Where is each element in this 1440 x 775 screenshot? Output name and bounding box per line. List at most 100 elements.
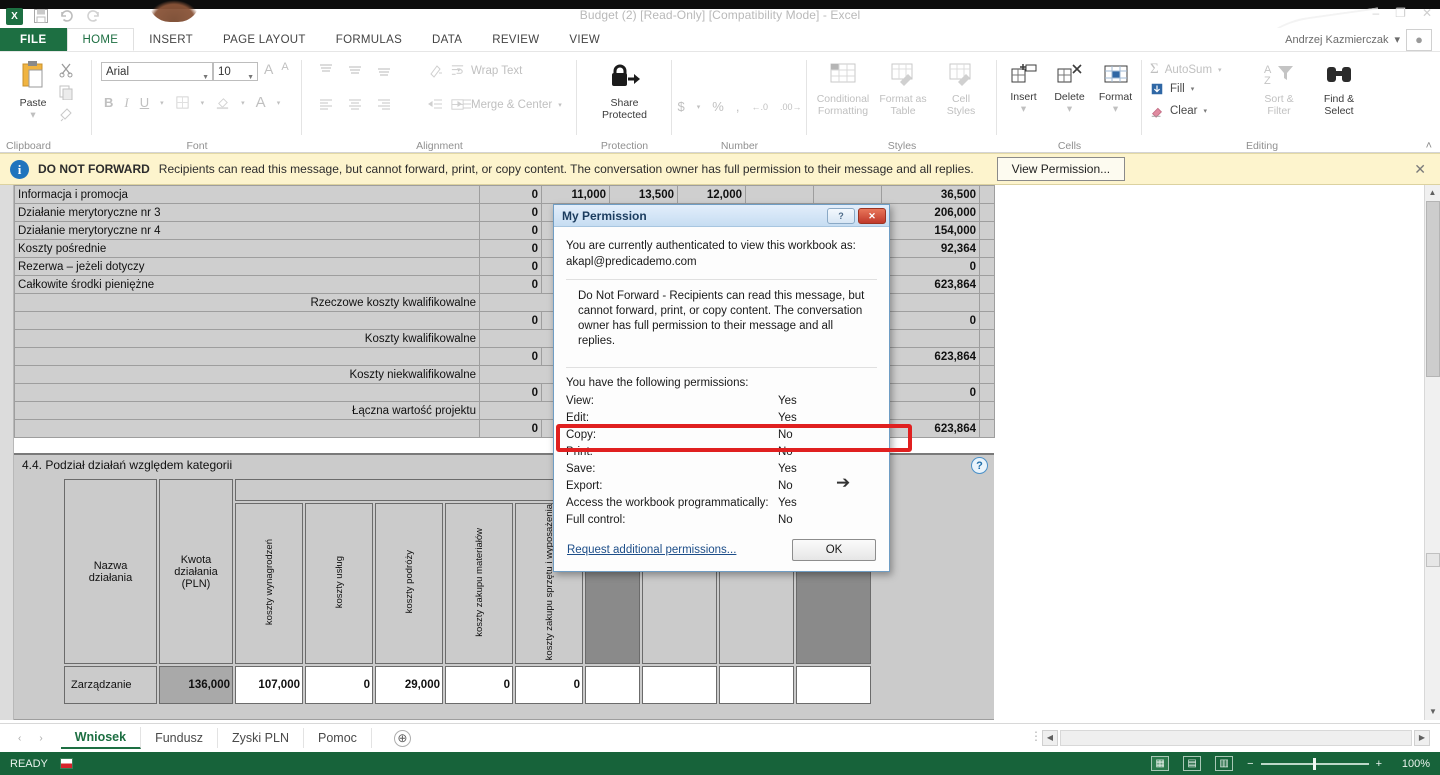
- merge-center-caret-icon[interactable]: ▾: [558, 101, 562, 109]
- view-permission-button[interactable]: View Permission...: [996, 157, 1126, 181]
- vertical-align-buttons[interactable]: ▾: [318, 62, 461, 78]
- clipboard-mini-buttons[interactable]: [58, 62, 74, 122]
- sheet-tab-bar[interactable]: ‹ › Wniosek Fundusz Zyski PLN Pomoc ⊕ ⋮ …: [0, 723, 1440, 752]
- insert-cells-caret-icon[interactable]: ▾: [1001, 103, 1046, 115]
- summary-value[interactable]: 0: [479, 311, 542, 330]
- user-menu-caret-icon[interactable]: ▾: [1394, 33, 1400, 46]
- format-cells-button[interactable]: Format ▾: [1093, 62, 1138, 115]
- sheet-tab-fundusz[interactable]: Fundusz: [141, 728, 219, 748]
- hscroll-right-arrow-icon[interactable]: ▶: [1414, 730, 1430, 746]
- cell-value[interactable]: 0: [479, 239, 542, 258]
- category-cell-blank[interactable]: [796, 666, 871, 705]
- delete-cells-button[interactable]: Delete ▾: [1047, 62, 1092, 115]
- category-cell[interactable]: 0: [445, 666, 513, 705]
- collapse-ribbon-button[interactable]: ˄: [1426, 140, 1432, 152]
- category-cell-blank[interactable]: [585, 666, 640, 705]
- tab-data[interactable]: DATA: [417, 28, 477, 51]
- comma-format-button[interactable]: ,: [736, 99, 740, 114]
- sheet-prev-icon[interactable]: ‹: [18, 733, 21, 744]
- zoom-out-button[interactable]: −: [1247, 758, 1253, 770]
- split-box[interactable]: [1426, 553, 1440, 567]
- cell-value[interactable]: 13,500: [609, 185, 678, 204]
- align-right-icon[interactable]: [376, 96, 392, 112]
- cell-value[interactable]: 0: [479, 257, 542, 276]
- cell-label[interactable]: Działanie merytoryczne nr 4: [14, 221, 480, 240]
- worksheet-blank-area[interactable]: [996, 185, 1424, 720]
- view-normal-button[interactable]: ▦: [1151, 756, 1170, 771]
- clear-button[interactable]: Clear ▾: [1150, 104, 1207, 118]
- scroll-down-arrow-icon[interactable]: ▼: [1425, 704, 1440, 720]
- orientation-icon[interactable]: [428, 62, 444, 78]
- summary-value[interactable]: 0: [479, 383, 542, 402]
- summary-label[interactable]: Koszty kwalifikowalne: [14, 329, 480, 348]
- cell-total[interactable]: 36,500: [881, 185, 980, 204]
- grow-font-icon[interactable]: A: [264, 61, 273, 77]
- summary-label[interactable]: Łączna wartość projektu: [14, 401, 480, 420]
- sheet-nav-arrows[interactable]: ‹ ›: [0, 733, 61, 744]
- cell-value[interactable]: 0: [479, 221, 542, 240]
- category-cell-blank[interactable]: [719, 666, 794, 705]
- align-middle-icon[interactable]: [347, 62, 363, 78]
- dialog-close-button[interactable]: ✕: [858, 207, 886, 224]
- shrink-font-icon[interactable]: A: [281, 61, 288, 77]
- tab-view[interactable]: VIEW: [554, 28, 615, 51]
- bold-button[interactable]: B: [104, 95, 113, 110]
- hscroll-track[interactable]: [1060, 730, 1412, 746]
- cell-value[interactable]: 0: [479, 275, 542, 294]
- sheet-tab-pomoc[interactable]: Pomoc: [304, 728, 372, 748]
- merge-center-button[interactable]: Merge & Center ▾: [450, 97, 562, 112]
- underline-button[interactable]: U: [140, 95, 149, 110]
- cell-value[interactable]: [813, 185, 882, 204]
- clear-caret-icon[interactable]: ▾: [1203, 107, 1207, 115]
- table-row[interactable]: Zarządzanie 136,000 107,000 0 29,000 0 0: [64, 666, 871, 705]
- percent-format-button[interactable]: %: [712, 99, 724, 114]
- cell-label[interactable]: Informacja i promocja: [14, 185, 480, 204]
- hscroll-left-arrow-icon[interactable]: ◀: [1042, 730, 1058, 746]
- summary-value[interactable]: 0: [479, 419, 542, 438]
- add-sheet-button[interactable]: ⊕: [393, 729, 411, 747]
- cell-value[interactable]: 0: [479, 203, 542, 222]
- dialog-help-button[interactable]: ?: [827, 207, 855, 224]
- underline-caret-icon[interactable]: ▾: [160, 99, 164, 107]
- view-page-break-button[interactable]: ▥: [1215, 756, 1234, 771]
- maximize-button[interactable]: ❐: [1395, 6, 1406, 20]
- vertical-scrollbar[interactable]: ▲ ▼: [1424, 185, 1440, 720]
- view-page-layout-button[interactable]: ▤: [1183, 756, 1202, 771]
- cell-value[interactable]: 11,000: [541, 185, 610, 204]
- category-cell[interactable]: 107,000: [235, 666, 303, 705]
- currency-caret-icon[interactable]: ▾: [697, 103, 701, 111]
- category-cell[interactable]: 0: [515, 666, 583, 705]
- category-cell-blank[interactable]: [642, 666, 717, 705]
- cell-label[interactable]: Koszty pośrednie: [14, 239, 480, 258]
- decrease-indent-icon[interactable]: [428, 96, 444, 112]
- user-account-area[interactable]: Andrzej Kazmierczak ▾ ●: [1285, 28, 1440, 51]
- horizontal-scrollbar[interactable]: ⋮ ◀ ▶: [1030, 729, 1440, 747]
- tab-split-handle[interactable]: ⋮: [1030, 729, 1042, 747]
- close-button[interactable]: ✕: [1422, 6, 1432, 20]
- cell-styles-button[interactable]: Cell Styles: [933, 62, 989, 117]
- font-color-icon[interactable]: A: [256, 94, 266, 111]
- table-row[interactable]: Informacja i promocja 0 11,000 13,500 12…: [14, 185, 995, 204]
- align-top-icon[interactable]: [318, 62, 334, 78]
- my-permission-dialog[interactable]: My Permission ? ✕ You are currently auth…: [553, 204, 890, 572]
- category-row-name[interactable]: Zarządzanie: [64, 666, 157, 705]
- borders-caret-icon[interactable]: ▾: [201, 99, 205, 107]
- summary-value[interactable]: 0: [479, 347, 542, 366]
- find-select-button[interactable]: Find & Select: [1310, 62, 1368, 117]
- format-as-table-button[interactable]: Format as Table: [875, 62, 931, 117]
- fill-button[interactable]: Fill ▾: [1150, 82, 1194, 96]
- wrap-text-button[interactable]: Wrap Text: [450, 63, 522, 78]
- tab-insert[interactable]: INSERT: [134, 28, 208, 51]
- ribbon-tab-bar[interactable]: FILE HOME INSERT PAGE LAYOUT FORMULAS DA…: [0, 28, 1440, 52]
- category-cell[interactable]: 29,000: [375, 666, 443, 705]
- delete-cells-caret-icon[interactable]: ▾: [1047, 103, 1092, 115]
- conditional-formatting-button[interactable]: Conditional Formatting: [813, 62, 873, 117]
- font-family-input[interactable]: Arial ▼: [101, 62, 213, 81]
- minimize-button[interactable]: –: [1372, 6, 1379, 20]
- user-avatar-icon[interactable]: ●: [1406, 28, 1432, 51]
- sheet-tab-wniosek[interactable]: Wniosek: [60, 727, 142, 749]
- category-cell[interactable]: 0: [305, 666, 373, 705]
- cell-label[interactable]: Działanie merytoryczne nr 3: [14, 203, 480, 222]
- ok-button[interactable]: OK: [792, 539, 876, 561]
- sheet-tab-zyski-pln[interactable]: Zyski PLN: [218, 728, 304, 748]
